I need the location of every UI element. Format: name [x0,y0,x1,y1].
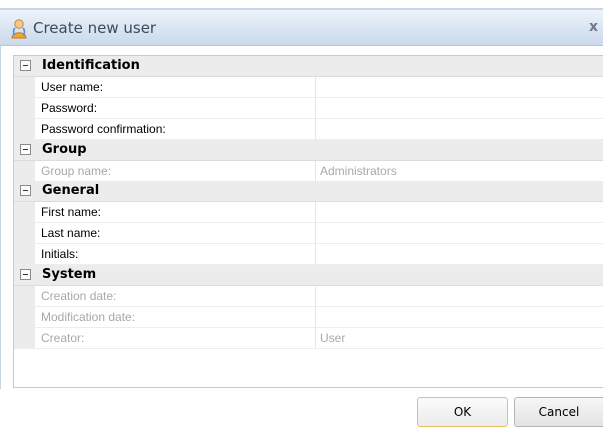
property-value-field: Administrators [320,164,397,178]
property-row: Password confirmation: [14,119,603,140]
collapse-toggle-icon[interactable] [20,60,31,71]
property-label: Creator: [35,328,316,348]
dialog-titlebar[interactable]: Create new user x [0,8,603,46]
row-gutter [14,98,35,119]
property-value-field[interactable] [316,223,603,243]
category-row-system[interactable]: System [14,265,603,286]
create-user-dialog: Create new user x Identification User nam… [0,8,603,429]
close-button[interactable]: x [589,19,598,35]
row-gutter [14,244,35,265]
property-row: Group name: Administrators [14,161,603,182]
property-grid: Identification User name: Password: Passwor… [13,55,603,388]
row-gutter [14,286,35,307]
row-gutter [14,161,35,182]
category-row-general[interactable]: General [14,181,603,202]
property-row: User name: [14,77,603,98]
property-row: Initials: [14,244,603,265]
property-label: User name: [35,77,316,97]
dialog-left-border [0,46,1,429]
property-value-field: User [320,331,346,345]
dialog-title: Create new user [33,19,157,37]
property-row: Modification date: [14,307,603,328]
property-label: Creation date: [35,286,316,306]
property-label: Initials: [35,244,316,264]
property-row: Creator: User [14,328,603,349]
category-row-identification[interactable]: Identification [14,56,603,77]
property-value-field [316,286,603,306]
property-row: Password: [14,98,603,119]
property-value-field[interactable] [316,119,603,139]
property-row: First name: [14,202,603,223]
ok-button[interactable]: OK [417,397,508,427]
row-gutter [14,328,35,349]
property-value-field[interactable] [316,98,603,118]
cancel-button[interactable]: Cancel [514,397,603,427]
row-gutter [14,202,35,223]
property-value-field [316,307,603,327]
row-gutter [14,77,35,98]
screen-top-strip [0,0,603,8]
property-value-field[interactable] [316,77,603,97]
category-label: General [42,183,100,198]
property-label: Last name: [35,223,316,243]
row-gutter [14,307,35,328]
property-row: Last name: [14,223,603,244]
category-label: System [42,267,97,282]
property-value-field[interactable] [316,244,603,264]
collapse-toggle-icon[interactable] [20,185,31,196]
property-label: First name: [35,202,316,222]
collapse-toggle-icon[interactable] [20,269,31,280]
property-row: Creation date: [14,286,603,307]
collapse-toggle-icon[interactable] [20,144,31,155]
category-row-group[interactable]: Group [14,140,603,161]
row-gutter [14,223,35,244]
category-label: Group [42,142,87,157]
property-label: Password: [35,98,316,118]
property-label: Group name: [35,161,316,181]
row-gutter [14,119,35,140]
property-value-field[interactable] [316,202,603,222]
user-icon [8,18,30,40]
property-label: Password confirmation: [35,119,316,139]
property-label: Modification date: [35,307,316,327]
dialog-footer [0,389,603,429]
category-label: Identification [42,58,140,73]
